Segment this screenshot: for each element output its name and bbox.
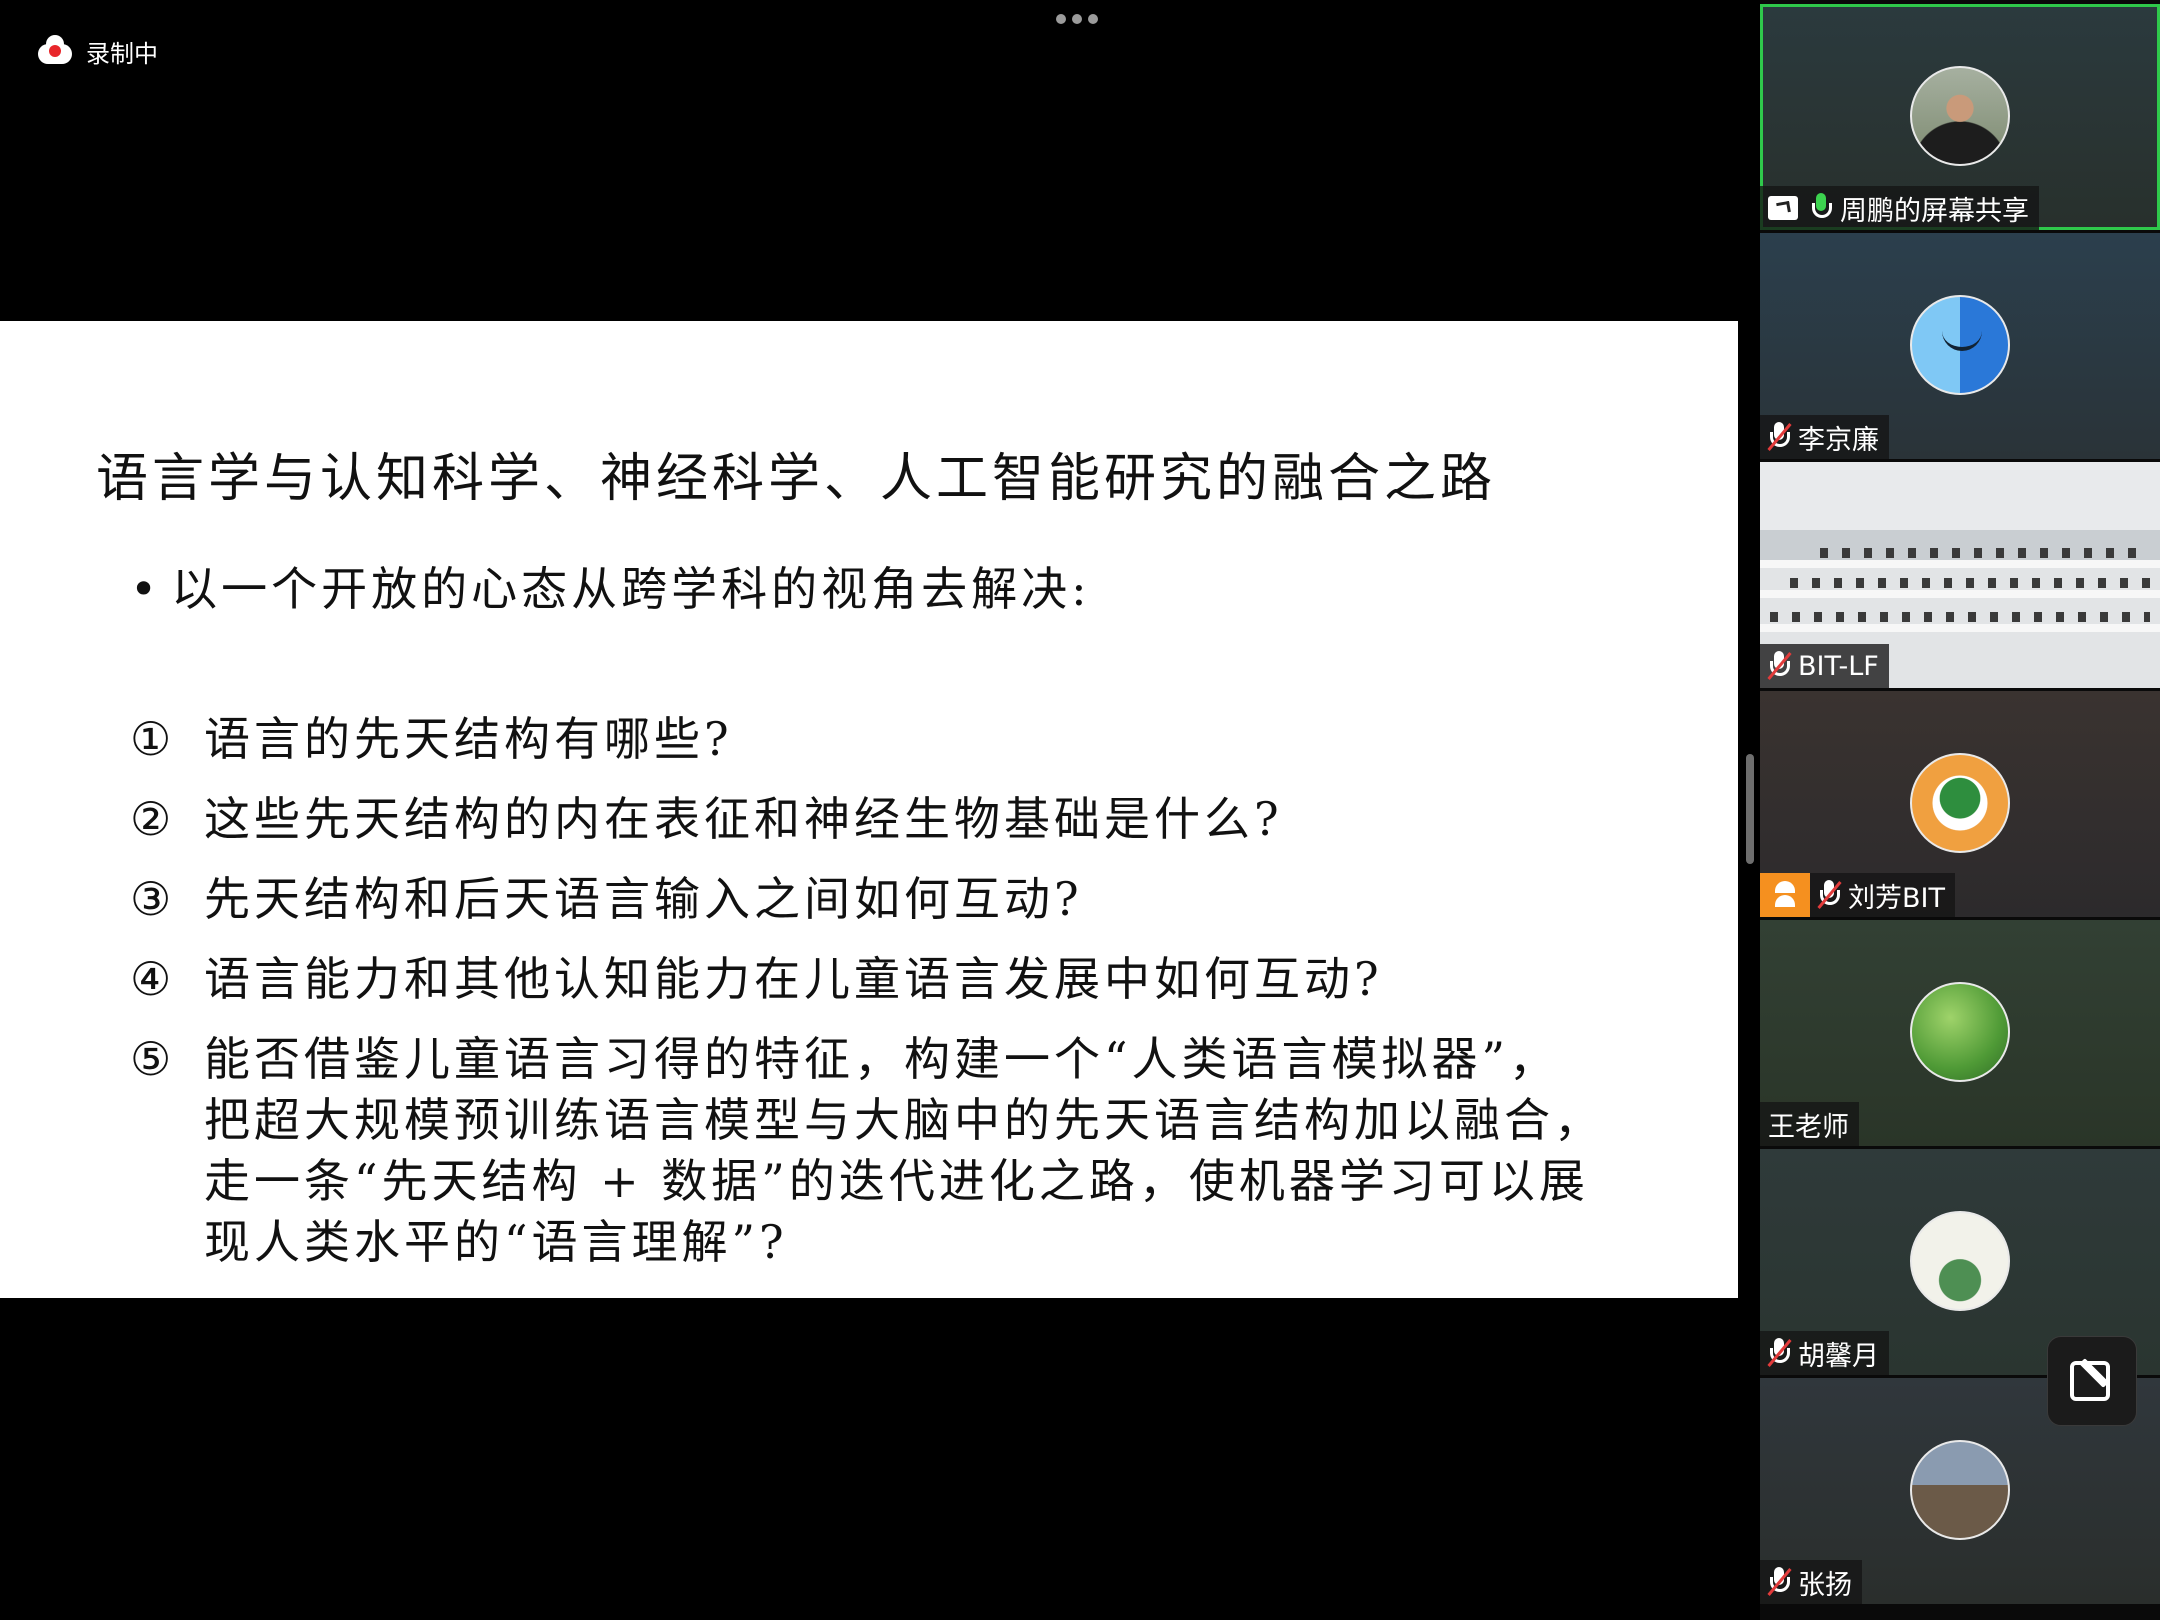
mic-on-icon [1810,193,1832,223]
mic-muted-icon [1767,1338,1792,1368]
question-item: ① 语言的先天结构有哪些? [130,709,1690,769]
participant-nametag: 李京廉 [1760,415,1889,459]
screen-share-icon [1768,196,1798,220]
participant-name: 张扬 [1798,1569,1852,1601]
question-item: ④ 语言能力和其他认知能力在儿童语言发展中如何互动? [130,949,1690,1009]
panel-resize-handle[interactable] [1746,754,1754,864]
participant-nametag: 王老师 [1760,1102,1859,1146]
question-number: ④ [130,952,176,1006]
slide-bullet-text: 以一个开放的心态从跨学科的视角去解决: [171,562,1091,616]
question-number: ⑤ [130,1032,176,1086]
avatar [1910,982,2010,1082]
avatar [1910,66,2010,166]
question-number: ③ [130,872,176,926]
more-options-icon[interactable] [1056,14,1098,24]
avatar [1910,753,2010,853]
participant-nametag: 刘芳BIT [1810,873,1955,917]
participant-nametag: 张扬 [1760,1560,1862,1604]
avatar [1910,295,2010,395]
question-text: 语言的先天结构有哪些? [204,712,733,766]
recording-indicator[interactable]: 录制中 [38,34,158,69]
question-number: ① [130,712,176,766]
participant-name: 胡馨月 [1798,1340,1879,1372]
slide-bullet: • 以一个开放的心态从跨学科的视角去解决: [130,562,1091,616]
participant-name: BIT-LF [1798,650,1879,682]
participant-tile-5[interactable]: 王老师 [1760,920,2160,1146]
participant-tile-4[interactable]: 刘芳BIT [1760,691,2160,917]
participant-tile-1[interactable]: 周鹏的屏幕共享 [1760,4,2160,230]
participant-nametag: BIT-LF [1760,644,1889,688]
mic-muted-icon [1767,651,1792,681]
participant-name: 李京廉 [1798,424,1879,456]
annotate-button[interactable] [2047,1336,2137,1426]
participant-tile-3[interactable]: BIT-LF [1760,462,2160,688]
participant-nametag: 胡馨月 [1760,1331,1889,1375]
slide-title: 语言学与认知科学、神经科学、人工智能研究的融合之路 [96,449,1497,509]
question-item: ⑤ 能否借鉴儿童语言习得的特征，构建一个“人类语言模拟器”， 把超大规模预训练语言… [130,1029,1690,1273]
question-item: ② 这些先天结构的内在表征和神经生物基础是什么? [130,789,1690,849]
question-number: ② [130,792,176,846]
cloud-record-icon [38,34,72,64]
participant-tile-2[interactable]: 李京廉 [1760,233,2160,459]
host-icon [1760,873,1810,917]
avatar [1910,1211,2010,1311]
question-item: ③ 先天结构和后天语言输入之间如何互动? [130,869,1690,929]
participant-name: 刘芳BIT [1848,882,1945,914]
participant-name: 王老师 [1768,1111,1849,1143]
recording-label: 录制中 [86,40,158,68]
question-text: 能否借鉴儿童语言习得的特征，构建一个“人类语言模拟器”， 把超大规模预训练语言模… [204,1032,1604,1269]
avatar [1910,1440,2010,1540]
question-list: ① 语言的先天结构有哪些? ② 这些先天结构的内在表征和神经生物基础是什么? ③ 先天… [130,709,1690,1293]
question-text: 先天结构和后天语言输入之间如何互动? [204,872,1083,926]
mic-muted-icon [1767,422,1792,452]
participant-nametag: 周鹏的屏幕共享 [1760,186,2039,230]
question-text: 语言能力和其他认知能力在儿童语言发展中如何互动? [204,952,1383,1006]
mic-muted-icon [1767,1567,1792,1597]
shared-screen: 语言学与认知科学、神经科学、人工智能研究的融合之路 • 以一个开放的心态从跨学科的… [0,321,1738,1298]
mic-muted-icon [1817,880,1842,910]
question-text: 这些先天结构的内在表征和神经生物基础是什么? [204,792,1283,846]
participant-name: 周鹏的屏幕共享 [1840,195,2029,227]
